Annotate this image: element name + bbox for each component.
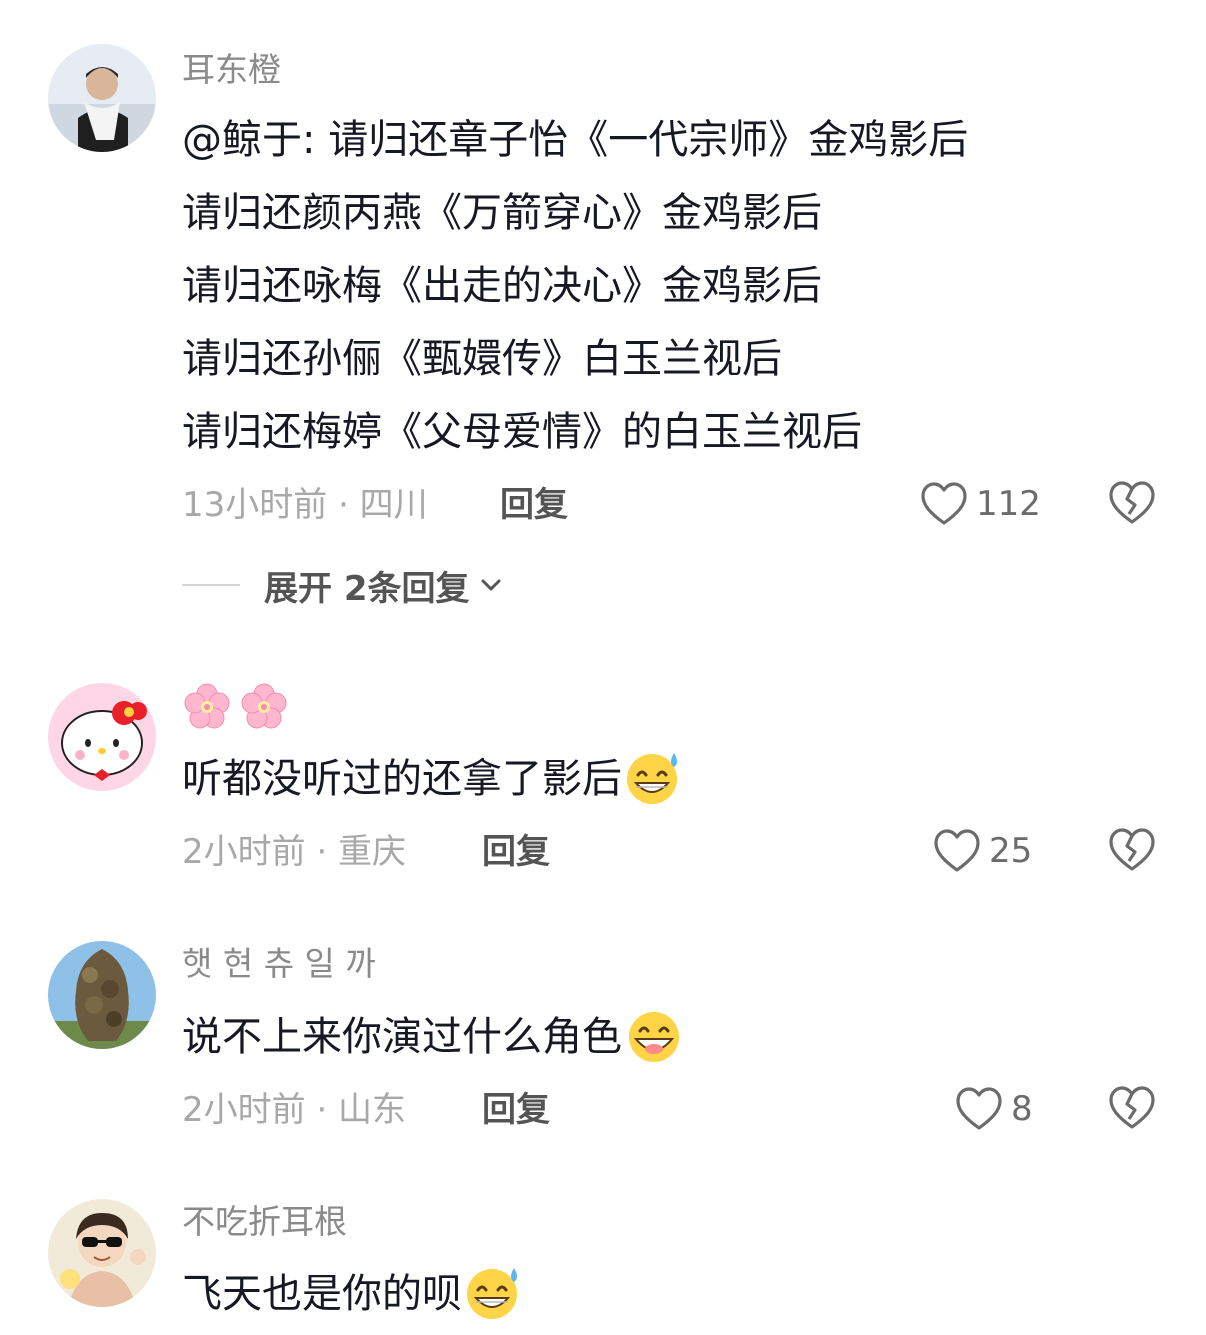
broken-heart-icon	[1109, 481, 1155, 524]
dislike-button[interactable]	[1108, 1085, 1156, 1133]
comment-text-line: 请归还咏梅《出走的决心》金鸡影后	[182, 263, 822, 309]
broken-heart-icon	[1109, 828, 1155, 871]
like-count: 8	[1011, 1089, 1033, 1129]
grin-emoji	[629, 1012, 679, 1062]
heart-outline-icon	[921, 482, 967, 525]
comment-text-line: @鲸于: 请归还章子怡《一代宗师》金鸡影后	[182, 117, 969, 163]
comment-text-line: 说不上来你演过什么角色	[182, 1012, 684, 1063]
comment-meta: 2小时前 · 山东	[182, 1090, 407, 1130]
username[interactable]: 耳东橙	[182, 50, 281, 90]
like-count: 112	[976, 484, 1041, 524]
heart-outline-icon	[934, 829, 980, 872]
reply-button[interactable]: 回复	[482, 832, 550, 872]
divider	[182, 584, 240, 586]
comment-text-line: 请归还颜丙燕《万箭穿心》金鸡影后	[182, 190, 822, 236]
comment-text-line: 请归还孙俪《甄嬛传》白玉兰视后	[182, 336, 782, 382]
dislike-button[interactable]	[1108, 827, 1156, 875]
broken-heart-icon	[1109, 1086, 1155, 1129]
like-button[interactable]: 112	[920, 480, 1041, 528]
dislike-button[interactable]	[1108, 480, 1156, 528]
reply-button[interactable]: 回复	[482, 1090, 550, 1130]
reply-button[interactable]: 回复	[500, 485, 568, 525]
like-button[interactable]: 8	[955, 1085, 1033, 1133]
comment-text-line: 飞天也是你的呗	[182, 1268, 524, 1320]
comment-meta: 13小时前 · 四川	[182, 485, 428, 525]
avatar[interactable]	[48, 941, 156, 1049]
comment-text-line: 听都没听过的还拿了影后	[182, 753, 684, 805]
comment-text-line: 请归还梅婷《父母爱情》的白玉兰视后	[182, 409, 862, 455]
expand-replies-label: 展开 2条回复	[264, 568, 470, 609]
expand-replies[interactable]: 展开 2条回复	[182, 563, 504, 609]
cherry-blossom-emoji	[241, 683, 287, 729]
username[interactable]: 햇 현 츄 일 까	[182, 944, 376, 984]
cherry-blossom-emoji	[184, 683, 230, 729]
avatar[interactable]	[48, 1199, 156, 1307]
heart-outline-icon	[956, 1087, 1002, 1130]
comment-meta: 2小时前 · 重庆	[182, 832, 407, 872]
sweat-grin-emoji	[627, 753, 677, 804]
username[interactable]: 不吃折耳根	[182, 1202, 347, 1242]
chevron-down-icon	[481, 579, 500, 591]
sweat-grin-emoji	[467, 1268, 517, 1319]
like-count: 25	[989, 831, 1033, 871]
like-button[interactable]: 25	[933, 827, 1032, 875]
avatar[interactable]	[48, 44, 156, 152]
avatar[interactable]	[48, 683, 156, 791]
